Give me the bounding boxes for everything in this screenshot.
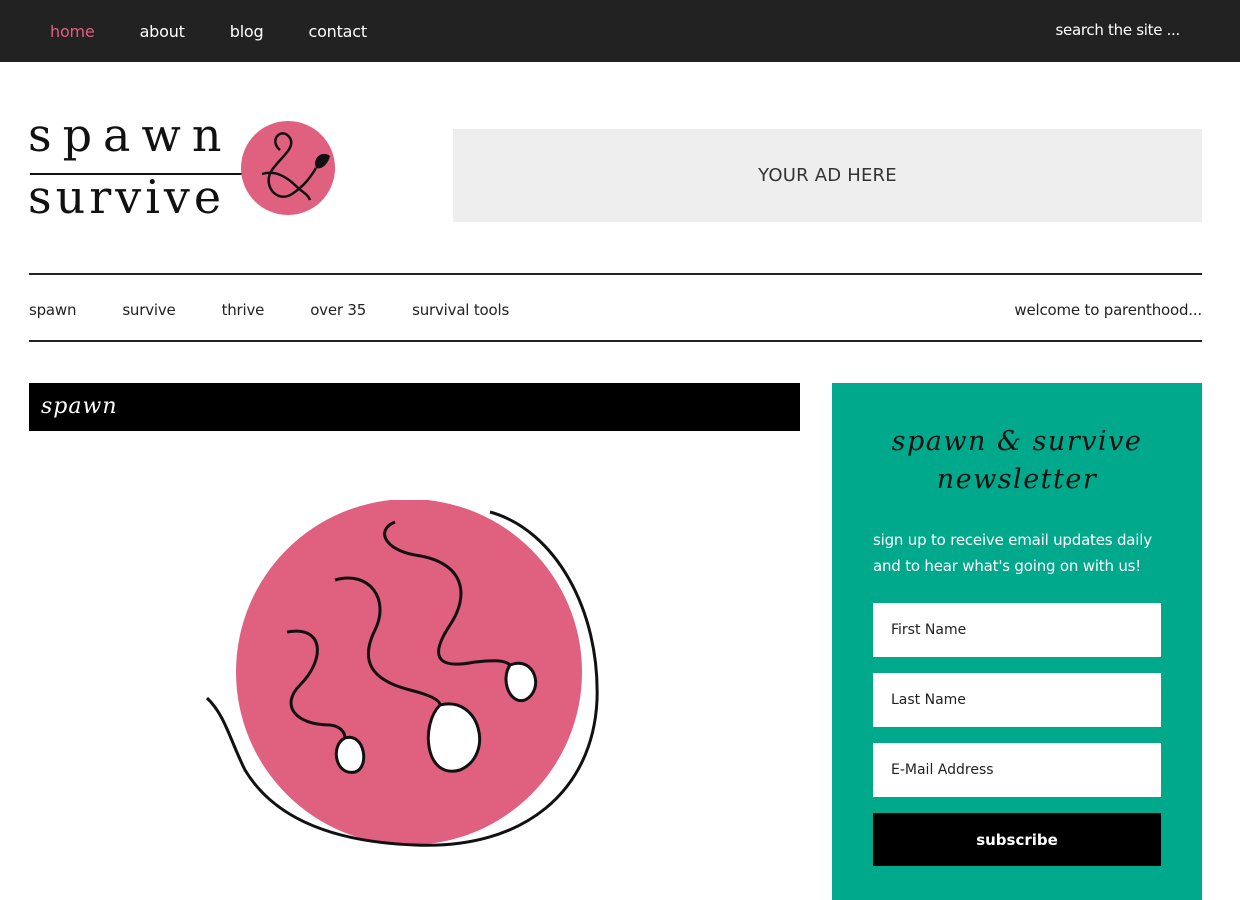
category-over-35[interactable]: over 35 — [310, 301, 366, 319]
site-logo[interactable]: spawn survive — [28, 110, 348, 230]
newsletter-title: spawn & survive newsletter — [832, 423, 1202, 499]
category-nav: spawn survive thrive over 35 survival to… — [29, 298, 555, 322]
section-title: spawn — [29, 383, 800, 431]
top-nav-home[interactable]: home — [50, 22, 95, 41]
top-bar: home about blog contact — [0, 0, 1240, 62]
top-nav-about[interactable]: about — [140, 22, 185, 41]
last-name-input[interactable] — [873, 673, 1161, 727]
newsletter-description: sign up to receive email updates daily a… — [873, 531, 1152, 575]
category-spawn[interactable]: spawn — [29, 301, 77, 319]
newsletter-title-line2: newsletter — [936, 464, 1098, 495]
category-survive[interactable]: survive — [122, 301, 175, 319]
category-nav-top-rule — [29, 273, 1202, 275]
logo-text-spawn: spawn — [28, 108, 233, 162]
newsletter-title-line1: spawn & survive — [891, 426, 1143, 457]
site-tagline: welcome to parenthood... — [1014, 301, 1202, 319]
newsletter-panel: spawn & survive newsletter sign up to re… — [832, 383, 1202, 900]
ad-banner[interactable]: YOUR AD HERE — [453, 129, 1202, 222]
category-survival-tools[interactable]: survival tools — [412, 301, 509, 319]
email-input[interactable] — [873, 743, 1161, 797]
logo-text-survive: survive — [28, 170, 226, 224]
top-nav-contact[interactable]: contact — [308, 22, 367, 41]
logo-ampersand-icon — [241, 121, 335, 215]
first-name-input[interactable] — [873, 603, 1161, 657]
sperm-egg-illustration — [205, 500, 599, 847]
subscribe-button[interactable]: subscribe — [873, 813, 1161, 866]
top-nav-blog[interactable]: blog — [230, 22, 264, 41]
search-input[interactable] — [1020, 16, 1180, 44]
top-nav: home about blog contact — [50, 0, 412, 62]
category-thrive[interactable]: thrive — [222, 301, 265, 319]
category-nav-bottom-rule — [29, 340, 1202, 342]
